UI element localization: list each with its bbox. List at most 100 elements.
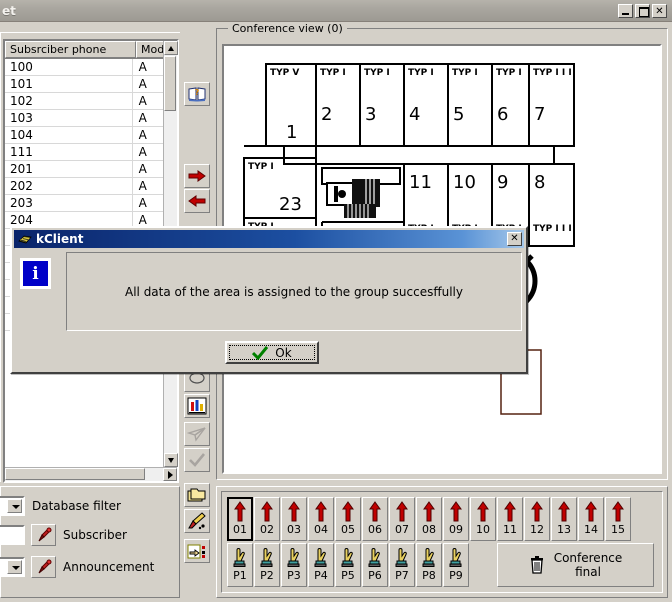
statistics-button[interactable] <box>184 394 210 418</box>
channel-label: 10 <box>476 523 490 536</box>
table-row[interactable]: 102 A <box>5 93 163 110</box>
red-up-arrow-icon <box>396 501 408 522</box>
hand-speak-icon <box>449 548 462 567</box>
dialog-ok-button[interactable]: Ok <box>225 341 319 364</box>
cell-mode: A <box>138 162 147 176</box>
scroll-right-button[interactable] <box>163 468 177 481</box>
channel-button-05[interactable]: 05 <box>335 497 361 541</box>
conference-final-line2: final <box>575 565 601 579</box>
dialog-body: All data of the area is assigned to the … <box>14 250 524 333</box>
pointer-list-icon <box>187 544 205 558</box>
move-left-button[interactable] <box>184 189 210 213</box>
minimize-button[interactable] <box>618 4 633 18</box>
cell-phone: 100 <box>5 59 133 75</box>
chevron-down-icon-2[interactable] <box>7 560 22 574</box>
channel-button-10[interactable]: 10 <box>470 497 496 541</box>
send-button[interactable] <box>184 422 210 446</box>
participant-label: P6 <box>368 569 382 582</box>
channel-label: 13 <box>557 523 571 536</box>
folders-button[interactable] <box>184 483 210 507</box>
participant-button-P7[interactable]: P7 <box>389 543 415 587</box>
channel-button-12[interactable]: 12 <box>524 497 550 541</box>
channel-button-04[interactable]: 04 <box>308 497 334 541</box>
red-up-arrow-icon <box>558 501 570 522</box>
move-right-button[interactable] <box>184 164 210 188</box>
scroll-down-button[interactable] <box>164 453 178 467</box>
participant-button-P8[interactable]: P8 <box>416 543 442 587</box>
select-list-button[interactable] <box>184 539 210 563</box>
database-filter-combo[interactable] <box>0 496 25 516</box>
dialog-close-button[interactable]: ✕ <box>507 232 522 246</box>
scroll-up-button[interactable] <box>164 41 178 55</box>
channel-label: 14 <box>584 523 598 536</box>
table-row[interactable]: 202 A <box>5 178 163 195</box>
help-book-button[interactable]: ? <box>184 82 210 106</box>
table-row[interactable]: 203 A <box>5 195 163 212</box>
channel-label: 11 <box>503 523 517 536</box>
channel-button-02[interactable]: 02 <box>254 497 280 541</box>
channel-button-03[interactable]: 03 <box>281 497 307 541</box>
channel-label: 08 <box>422 523 436 536</box>
cell-mode: A <box>138 77 147 91</box>
channel-label: 09 <box>449 523 463 536</box>
channel-label: 05 <box>341 523 355 536</box>
channel-button-08[interactable]: 08 <box>416 497 442 541</box>
arrow-right-icon <box>188 170 206 182</box>
table-row[interactable]: 100 A <box>5 59 163 76</box>
participant-button-P9[interactable]: P9 <box>443 543 469 587</box>
announcement-combo[interactable]: t <box>0 557 25 577</box>
cell-phone: 202 <box>5 178 133 194</box>
cell-phone: 111 <box>5 144 133 160</box>
table-row[interactable]: 201 A <box>5 161 163 178</box>
participant-label: P5 <box>341 569 355 582</box>
chevron-down-icon[interactable] <box>7 499 22 513</box>
hand-speak-icon <box>422 548 435 567</box>
check-icon <box>189 453 206 467</box>
announcement-label: Announcement <box>63 560 155 574</box>
channel-button-15[interactable]: 15 <box>605 497 631 541</box>
channel-button-14[interactable]: 14 <box>578 497 604 541</box>
hand-speak-icon <box>233 548 246 567</box>
participant-button-P1[interactable]: P1 <box>227 543 253 587</box>
database-filter-row: Database filter <box>0 495 121 517</box>
participant-label: P1 <box>233 569 247 582</box>
scroll-thumb-vertical[interactable] <box>164 56 176 111</box>
subscriber-pin-button[interactable] <box>31 524 56 546</box>
close-button[interactable]: ✕ <box>652 4 667 18</box>
channel-button-01[interactable]: 01 <box>227 497 253 541</box>
cell-mode: A <box>138 196 147 210</box>
column-header-phone[interactable]: Subsrciber phone <box>5 41 136 58</box>
participant-label: P2 <box>260 569 274 582</box>
channel-button-06[interactable]: 06 <box>362 497 388 541</box>
scroll-thumb-horizontal[interactable] <box>5 468 145 480</box>
channel-button-13[interactable]: 13 <box>551 497 577 541</box>
participant-button-P6[interactable]: P6 <box>362 543 388 587</box>
table-row[interactable]: 101 A <box>5 76 163 93</box>
paint-button[interactable] <box>184 509 210 533</box>
confirm-button[interactable] <box>184 448 210 472</box>
red-up-arrow-icon <box>585 501 597 522</box>
channel-label: 06 <box>368 523 382 536</box>
red-up-arrow-icon <box>234 501 246 522</box>
participant-button-P5[interactable]: P5 <box>335 543 361 587</box>
maximize-button[interactable] <box>635 4 650 18</box>
channel-button-07[interactable]: 07 <box>389 497 415 541</box>
participant-button-P4[interactable]: P4 <box>308 543 334 587</box>
channel-button-09[interactable]: 09 <box>443 497 469 541</box>
participant-button-P3[interactable]: P3 <box>281 543 307 587</box>
participant-button-P2[interactable]: P2 <box>254 543 280 587</box>
hand-speak-icon <box>287 548 300 567</box>
table-row[interactable]: 104 A <box>5 127 163 144</box>
channel-button-11[interactable]: 11 <box>497 497 523 541</box>
announcement-pin-button[interactable] <box>31 556 56 578</box>
red-up-arrow-icon <box>423 501 435 522</box>
conference-final-button[interactable]: Conference final <box>497 543 654 587</box>
table-row[interactable]: 111 A <box>5 144 163 161</box>
table-horizontal-scrollbar[interactable] <box>5 467 177 481</box>
application-window: et ✕ Subsrciber phone Mode 100 A 101 A 102 A 1… <box>0 0 672 602</box>
table-row[interactable]: 103 A <box>5 110 163 127</box>
subscriber-input[interactable] <box>0 525 25 545</box>
dialog-title-bar[interactable]: kClient ✕ <box>14 230 524 248</box>
send-icon <box>187 427 206 442</box>
pushpin-icon-2 <box>38 559 51 574</box>
